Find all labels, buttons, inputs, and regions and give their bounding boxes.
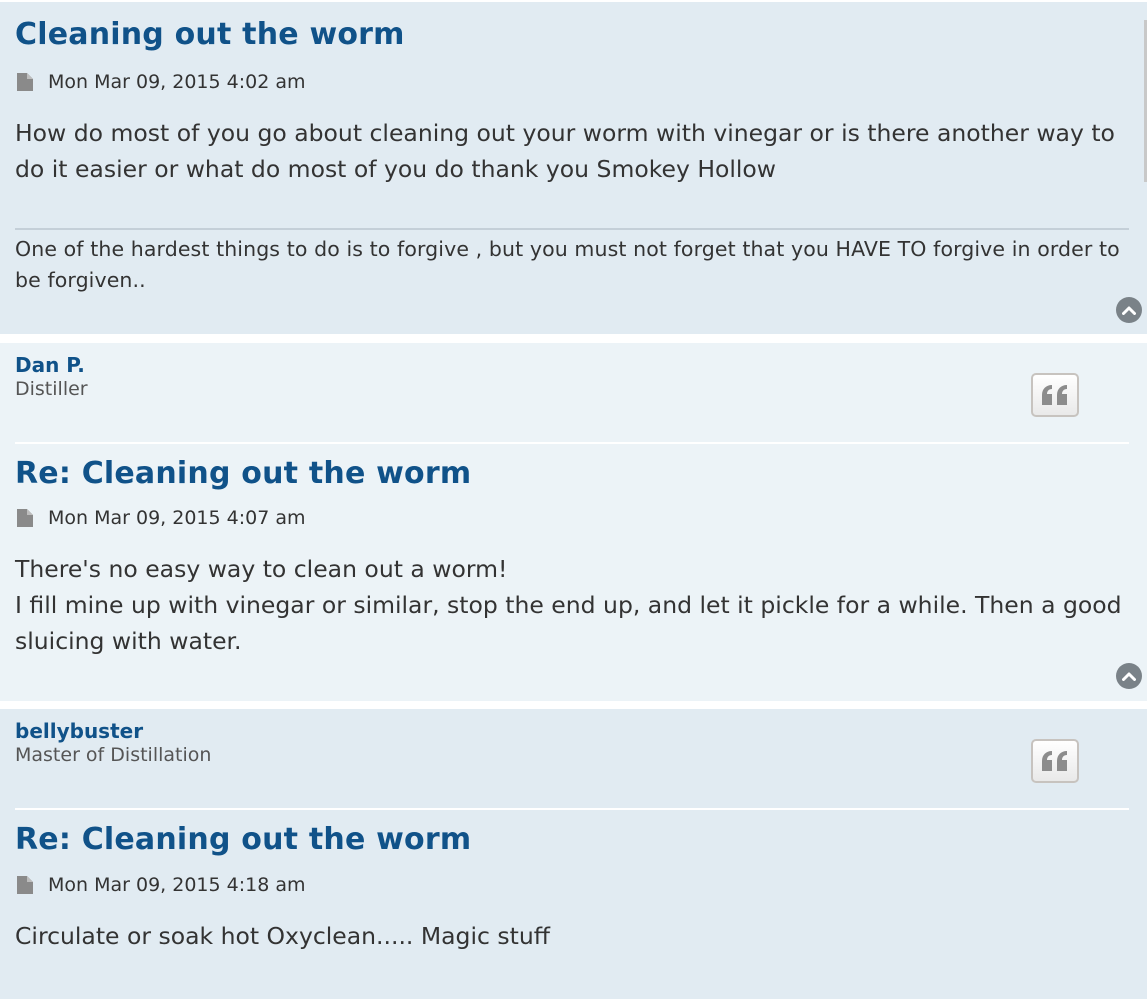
quote-icon	[1042, 385, 1067, 405]
quote-button[interactable]	[1031, 739, 1079, 783]
quote-icon	[1042, 751, 1067, 771]
author-rank: Master of Distillation	[15, 744, 212, 766]
post-timestamp: Mon Mar 09, 2015 4:18 am	[48, 874, 306, 896]
file-icon[interactable]	[15, 875, 35, 895]
post-timestamp: Mon Mar 09, 2015 4:07 am	[48, 507, 306, 529]
back-to-top-button[interactable]	[1116, 663, 1142, 689]
author-rank: Distiller	[15, 378, 88, 400]
post-content-line: Circulate or soak hot Oxyclean..... Magi…	[15, 922, 550, 950]
post-content: Circulate or soak hot Oxyclean..... Magi…	[15, 918, 1130, 954]
post-content: How do most of you go about cleaning out…	[15, 115, 1130, 187]
post-meta: Mon Mar 09, 2015 4:02 am	[15, 70, 306, 94]
post: bellybuster Master of Distillation Re: C…	[0, 709, 1147, 999]
file-icon[interactable]	[15, 508, 35, 528]
post-content-line: How do most of you go about cleaning out…	[15, 119, 1115, 183]
post-title[interactable]: Re: Cleaning out the worm	[15, 456, 471, 491]
post-content: There's no easy way to clean out a worm!…	[15, 551, 1130, 659]
back-to-top-button[interactable]	[1116, 297, 1142, 323]
post-author[interactable]: bellybuster	[15, 719, 143, 743]
chevron-up-icon	[1122, 306, 1136, 315]
post-meta: Mon Mar 09, 2015 4:18 am	[15, 873, 306, 897]
post: Dan P. Distiller Re: Cleaning out the wo…	[0, 343, 1147, 701]
post-content-line: I fill mine up with vinegar or similar, …	[15, 591, 1122, 655]
post-author[interactable]: Dan P.	[15, 353, 85, 377]
file-icon[interactable]	[15, 72, 35, 92]
post-title[interactable]: Re: Cleaning out the worm	[15, 822, 471, 857]
post-title[interactable]: Cleaning out the worm	[15, 17, 405, 52]
post-signature: One of the hardest things to do is to fo…	[15, 237, 1120, 292]
signature-divider	[15, 228, 1129, 230]
post-content-line: There's no easy way to clean out a worm!	[15, 555, 508, 583]
post-divider	[15, 442, 1129, 444]
post-meta: Mon Mar 09, 2015 4:07 am	[15, 506, 306, 530]
post-timestamp: Mon Mar 09, 2015 4:02 am	[48, 71, 306, 93]
post-divider	[15, 808, 1129, 810]
quote-button[interactable]	[1031, 373, 1079, 417]
chevron-up-icon	[1122, 672, 1136, 681]
post: Cleaning out the worm Mon Mar 09, 2015 4…	[0, 2, 1147, 334]
